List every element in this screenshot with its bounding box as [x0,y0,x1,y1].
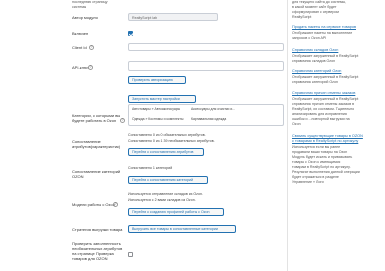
check-fill-checkbox[interactable] [128,252,133,257]
sidebar-top-text: для текущего сайта до системы, [292,0,347,4]
models-help-icon[interactable]: ? [113,202,118,207]
check-auth-button[interactable]: Проверить авторизацию [128,76,186,84]
export-button[interactable]: Выгрузить все товары в сопоставленные ка… [128,225,236,233]
sidebar-link-categories[interactable]: Справочник категорий Ozon [292,69,341,74]
attr-match-button[interactable]: Перейти к сопоставлению атрибутов [128,148,204,156]
check-label-4: товаров для OZON [72,256,108,261]
sidebar-text: Результат выполнения данной операции [292,170,360,174]
cat-info: Сопоставлено 1 категорий [128,166,173,170]
author-label: Автор модуля [72,15,98,20]
sidebar-text: Управление » Логи [292,180,324,184]
models-button[interactable]: Перейти к созданию профилей работы с Ozo… [128,208,224,216]
client-id-label: Client Id [72,45,87,50]
sidebar-text: Отображает загруженный в RealtyScript [292,97,359,101]
api-key-help-icon[interactable]: ? [88,65,93,70]
attr-info-1: Сопоставлено 0 из 0 обязательных атрибут… [128,133,206,137]
api-key-input[interactable] [128,61,284,71]
settings-page: последнюю страницу системы Автор модуля … [0,0,385,271]
enabled-checkbox[interactable] [128,31,133,36]
sidebar-text: запросов с Ozon API [292,36,327,40]
models-info-1: Используется отправление складов из Ozon… [128,192,203,196]
sidebar-text: Модуль будет искать и привязывать [292,155,353,159]
sidebar-text: RealtyScript, их составом. Тщательно [292,107,355,111]
sidebar-text: товары с Ozon к имеющимся [292,160,341,164]
sidebar-text: Отображает загруженный в RealtyScript [292,75,359,79]
sidebar-text: Отображает загруженный в RealtyScript [292,54,359,58]
category-tag[interactable]: Одежда » Костюмы и комплекты [132,117,183,121]
models-info-2: Используется с 2 вами складов из Ozon. [128,198,196,202]
category-tag[interactable]: Карнавальная одежда [191,117,226,121]
sidebar-text: Отображают пакеты на выполнение [292,31,353,35]
sidebar-text: справочник категорий Ozon [292,80,338,84]
models-label: Модели работы с Ozon [72,202,115,207]
sidebar-text: справочник причин отмены заказов в [292,102,355,106]
cat-match-button[interactable]: Перейти к сопоставлению категорий [128,176,208,184]
cat-match-label-2: OZON [72,174,84,179]
category-tag[interactable]: Аксессуары для очистки и... [191,107,235,111]
sidebar-link-warehouses[interactable]: Справочник складов Ozon [292,48,338,53]
sidebar-text: анализировать для исправления [292,112,347,116]
attr-info-2: Сопоставлено 0 из 1 39 необязательных ат… [128,139,215,143]
categories-help-icon[interactable]: ? [120,118,125,123]
client-id-input[interactable] [128,43,284,51]
categories-select[interactable]: Автотовары » Автоаксессуары Аксессуары д… [128,104,284,126]
enabled-label: Включен [72,31,89,36]
top-label-2: системы [72,5,87,9]
sidebar-text: будет отражаться в разделе [292,175,339,179]
sidebar-top-text: RealtyScript [292,15,312,19]
sidebar-link-link-products-2[interactable]: с товарами в RealtyScript по артикулу [292,139,358,144]
sidebar-text: ошибок и ...повторной выгрузки на [292,117,350,121]
sidebar-divider [287,0,288,271]
sidebar-text: товарам в RealtyScript по артикулу. [292,165,351,169]
sidebar-top-text: сформулирован с сервером [292,10,339,14]
sidebar-link-cancel-reasons[interactable]: Справочник причин отмены заказов [292,91,355,96]
client-id-help-icon[interactable]: ? [89,45,94,50]
sidebar-top-text: в какой момент сайт будет [292,5,337,9]
attr-match-label-2: атрибутов(характеристик) [72,144,121,149]
sidebar-text: Используется если вы ранее [292,145,341,149]
categories-label-2: будете работать в Ozon [72,118,117,123]
sidebar-link-link-products[interactable]: Связать существующие товары в OZON [292,134,363,139]
author-field: RealtyScript lab [128,13,218,21]
export-label: Стратегия выгрузки товара [72,227,123,232]
api-key-label: API-ключ [72,65,89,70]
sidebar-text: справочник складов Ozon [292,59,336,63]
sidebar-text: продавали ваши товары на Ozon [292,150,348,154]
sidebar-link-packages[interactable]: Продать пакеты на сервисе товаров [292,25,356,30]
sidebar-text: Ozon [292,122,301,126]
category-tag[interactable]: Автотовары » Автоаксессуары [132,107,180,111]
wizard-button[interactable]: Запустить мастер настройки [128,95,196,103]
author-value: RealtyScript lab [132,15,158,20]
top-label-1: последнюю страницу [72,0,108,4]
